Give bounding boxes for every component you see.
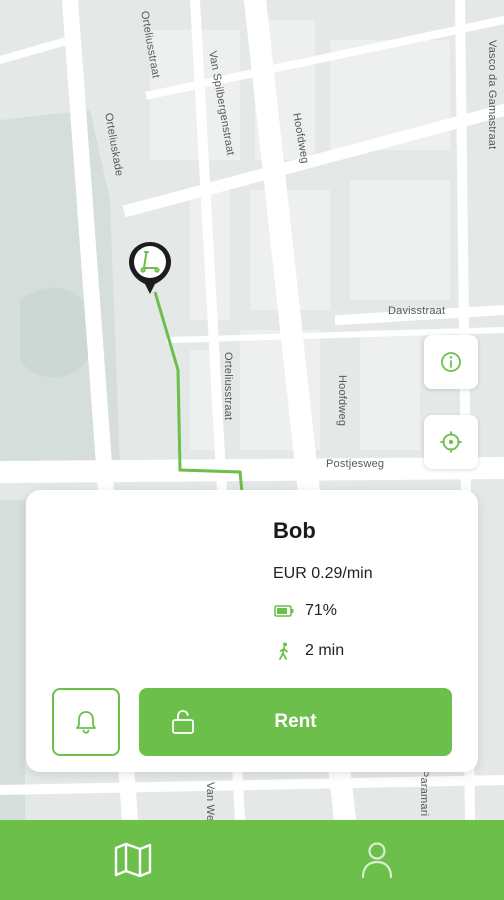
walk-row: 2 min: [273, 642, 344, 660]
bottom-navigation: [0, 820, 504, 900]
bell-icon: [76, 711, 96, 734]
unlock-icon: [172, 710, 194, 734]
rent-button[interactable]: Rent: [139, 688, 452, 756]
nav-profile-tab[interactable]: [356, 840, 398, 880]
battery-row: 71%: [273, 602, 337, 620]
map-icon: [114, 842, 152, 878]
street-label: Postjesweg: [326, 458, 385, 470]
locate-me-button[interactable]: [424, 415, 478, 469]
street-label: Hoofdweg: [336, 375, 348, 427]
walk-time: 2 min: [305, 642, 345, 659]
street-label: Paramari: [418, 770, 430, 817]
crosshair-icon: [440, 431, 462, 453]
nav-map-tab[interactable]: [112, 840, 154, 880]
street-label: Vasco da Gamastraat: [486, 40, 498, 150]
street-label: Van We: [204, 782, 216, 820]
street-label: Orteliusstraat: [222, 352, 234, 421]
info-icon: [441, 352, 461, 372]
walking-icon: [273, 642, 295, 660]
vehicle-name: Bob: [273, 518, 316, 543]
user-icon: [361, 842, 393, 879]
battery-icon: [273, 602, 295, 620]
vehicle-price: EUR 0.29/min: [273, 565, 373, 582]
info-button[interactable]: [424, 335, 478, 389]
vehicle-card: Bob EUR 0.29/min 71% 2 min Rent: [26, 490, 478, 772]
scooter-icon: [129, 242, 171, 294]
street-label: Davisstraat: [388, 305, 446, 317]
ring-bell-button[interactable]: [52, 688, 120, 756]
battery-level: 71%: [305, 602, 338, 619]
rent-button-label: Rent: [274, 711, 317, 732]
scooter-pin[interactable]: [126, 240, 174, 298]
